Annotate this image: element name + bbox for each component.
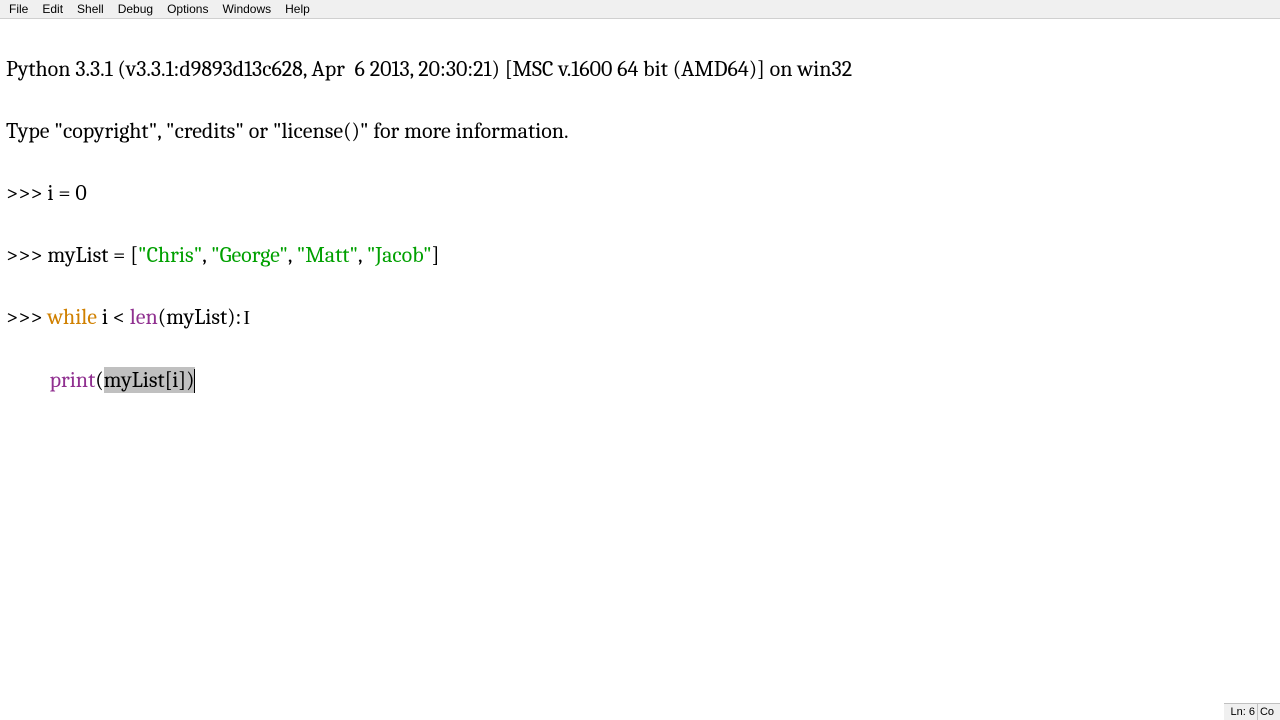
menu-options[interactable]: Options bbox=[160, 0, 215, 18]
menu-edit[interactable]: Edit bbox=[35, 0, 70, 18]
string-literal: "Matt" bbox=[297, 242, 358, 268]
code-line-1: >>> i = 0 bbox=[6, 178, 1274, 209]
menu-bar: File Edit Shell Debug Options Windows He… bbox=[0, 0, 1280, 19]
code-line-4: print(myList[i]) bbox=[6, 365, 1274, 396]
builtin-len: len bbox=[130, 304, 158, 330]
menu-windows[interactable]: Windows bbox=[215, 0, 278, 18]
code-line-2: >>> myList = ["Chris", "George", "Matt",… bbox=[6, 240, 1274, 271]
code-line-3: >>> while i < len(myList): bbox=[6, 302, 1274, 334]
builtin-print: print bbox=[50, 367, 96, 393]
prompt: >>> bbox=[6, 304, 47, 330]
code-text: myList = [ bbox=[47, 242, 138, 268]
menu-debug[interactable]: Debug bbox=[111, 0, 160, 18]
string-literal: "Jacob" bbox=[367, 242, 432, 268]
menu-help[interactable]: Help bbox=[278, 0, 317, 18]
status-line: Ln: 6 bbox=[1228, 704, 1256, 720]
keyword-while: while bbox=[47, 304, 97, 330]
banner-line-2: Type "copyright", "credits" or "license(… bbox=[6, 116, 1274, 147]
selected-text: myList[i]) bbox=[104, 367, 195, 393]
string-literal: "George" bbox=[211, 242, 288, 268]
status-col: Co bbox=[1257, 704, 1276, 720]
code-text: , bbox=[358, 242, 367, 268]
menu-shell[interactable]: Shell bbox=[70, 0, 111, 18]
status-bar: Ln: 6 Co bbox=[1224, 703, 1280, 720]
menu-file[interactable]: File bbox=[2, 0, 35, 18]
code-text: ] bbox=[432, 242, 440, 268]
prompt: >>> bbox=[6, 242, 47, 268]
code-text: i < bbox=[97, 304, 130, 330]
string-literal: "Chris" bbox=[138, 242, 202, 268]
text-cursor-icon bbox=[241, 302, 242, 334]
code-text: , bbox=[288, 242, 297, 268]
code-text: i = 0 bbox=[47, 180, 86, 206]
banner-line-1: Python 3.3.1 (v3.3.1:d9893d13c628, Apr 6… bbox=[6, 54, 1274, 85]
shell-text-area[interactable]: Python 3.3.1 (v3.3.1:d9893d13c628, Apr 6… bbox=[0, 19, 1280, 703]
code-text: (myList): bbox=[158, 304, 242, 330]
caret-icon bbox=[194, 369, 195, 393]
code-text: ( bbox=[95, 367, 103, 393]
prompt: >>> bbox=[6, 180, 47, 206]
continuation-indent bbox=[6, 367, 50, 393]
code-text: , bbox=[202, 242, 211, 268]
